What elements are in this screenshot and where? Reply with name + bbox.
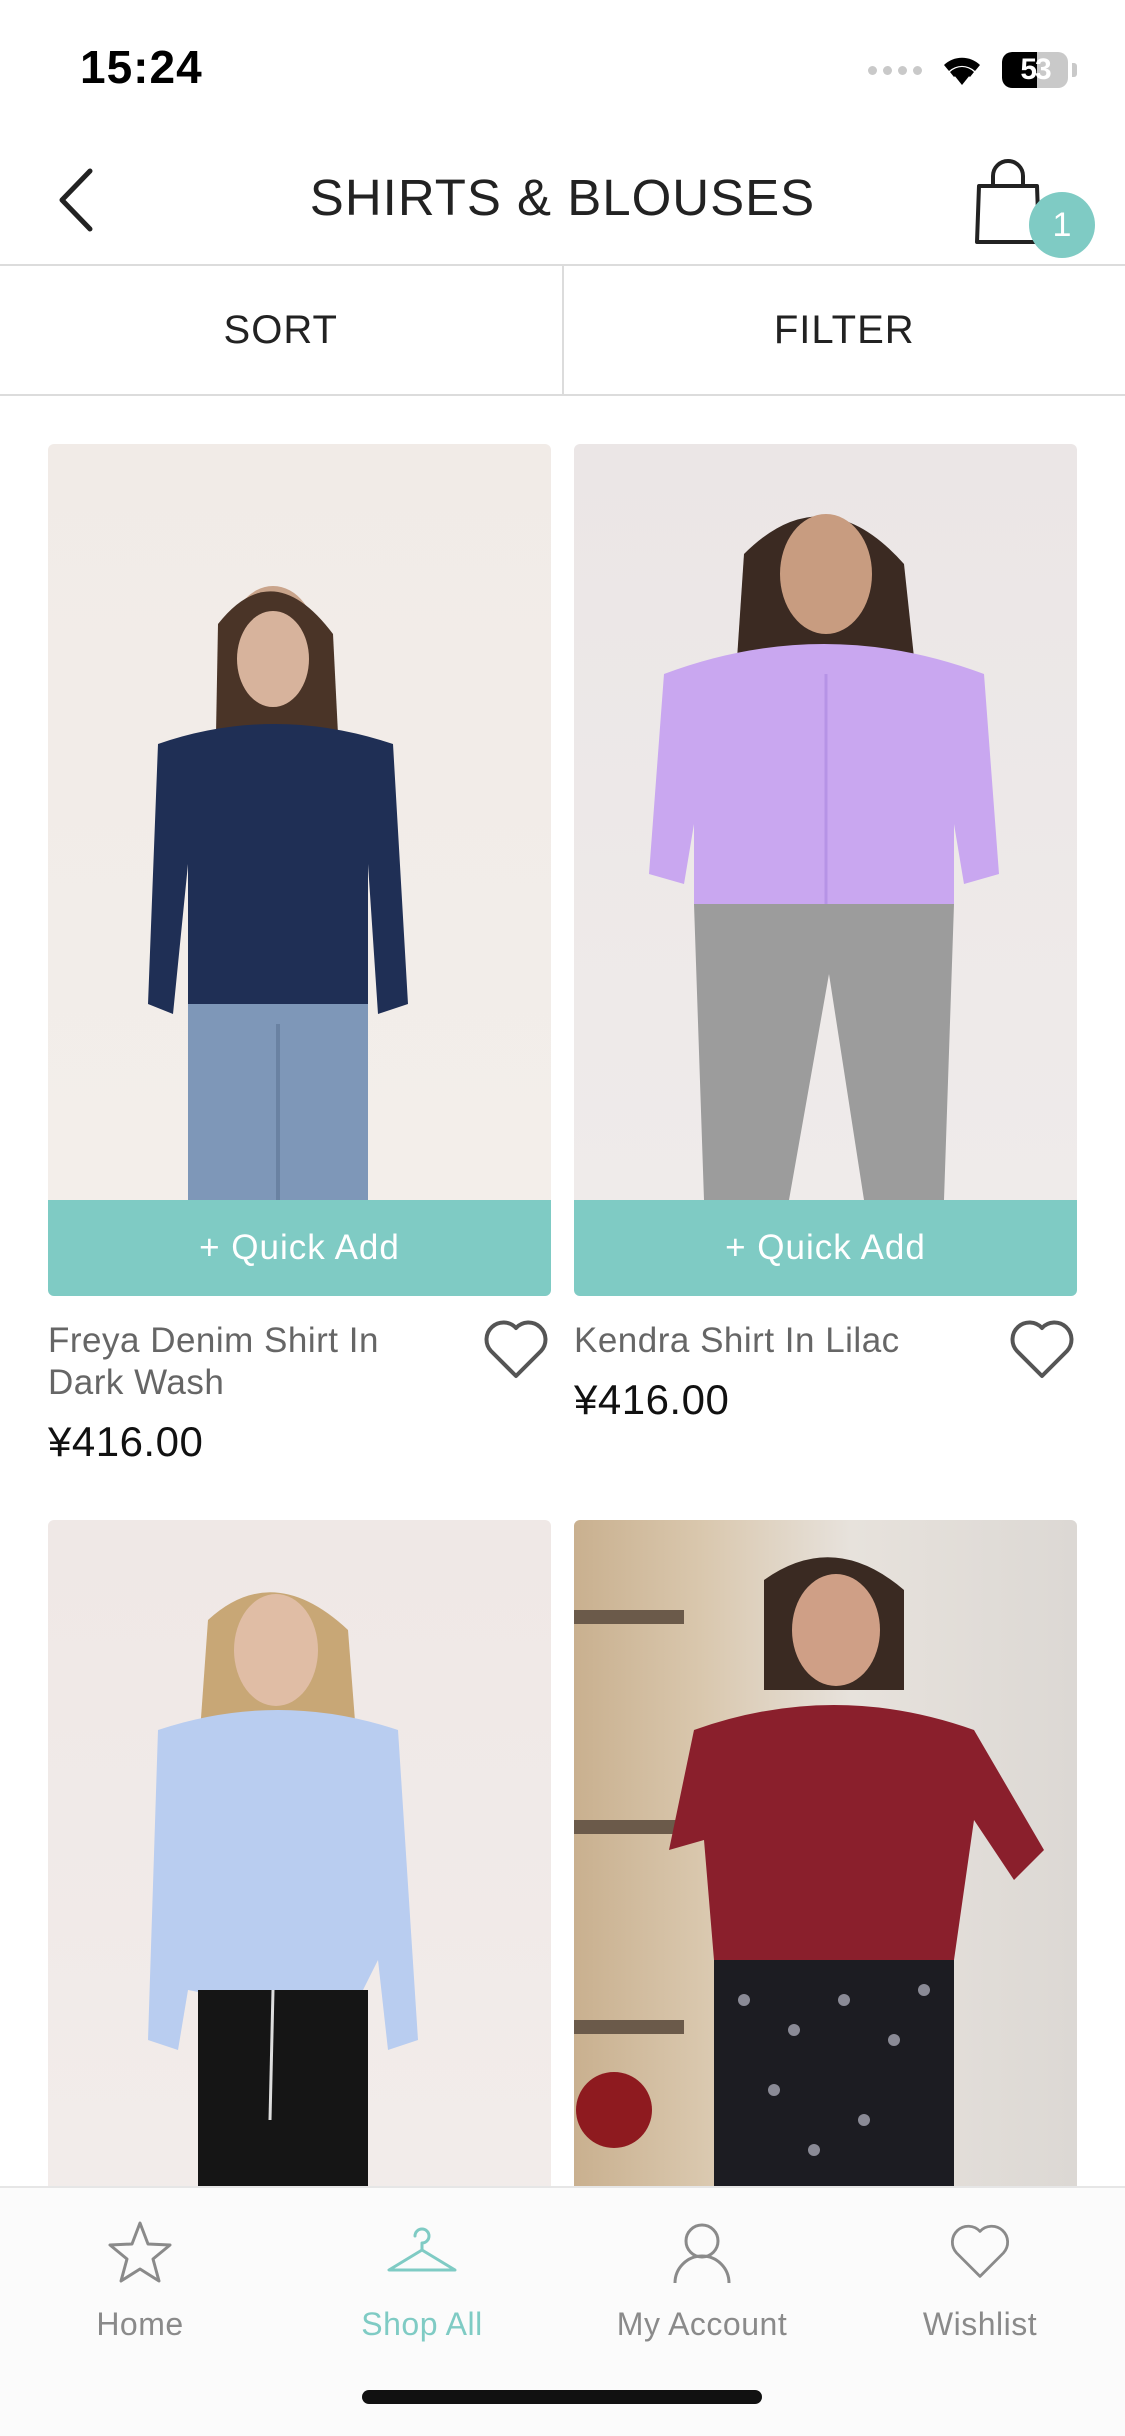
status-time: 15:24 <box>80 41 203 93</box>
nav-my-account[interactable]: My Account <box>582 2212 822 2343</box>
page-title: SHIRTS & BLOUSES <box>309 169 816 226</box>
sort-button[interactable]: SORT <box>0 266 564 394</box>
product-image[interactable] <box>48 444 551 1200</box>
status-bar: 15:24 53 <box>0 0 1125 140</box>
product-card[interactable] <box>48 1520 551 2186</box>
cart-count-badge: 1 <box>1029 192 1095 258</box>
product-image[interactable] <box>48 1520 551 2186</box>
sort-filter-bar: SORT FILTER <box>0 266 1125 396</box>
user-icon <box>673 2223 731 2284</box>
product-card[interactable]: + Quick Add Kendra Shirt In Lilac ¥416.0… <box>574 444 1077 1424</box>
heart-icon[interactable] <box>481 1318 551 1382</box>
heart-icon <box>950 2224 1010 2278</box>
wifi-icon <box>944 57 980 85</box>
heart-icon[interactable] <box>1007 1318 1077 1382</box>
product-image[interactable] <box>574 444 1077 1200</box>
status-icons: 53 <box>868 48 1077 92</box>
star-icon <box>108 2221 172 2283</box>
product-name[interactable]: Freya Denim Shirt In Dark Wash <box>48 1320 448 1404</box>
product-price: ¥416.00 <box>574 1376 730 1423</box>
header: SHIRTS & BLOUSES 1 <box>0 140 1125 266</box>
cellular-signal-icon <box>868 65 922 75</box>
product-card[interactable]: + Quick Add Freya Denim Shirt In Dark Wa… <box>48 444 551 1466</box>
product-name[interactable]: Kendra Shirt In Lilac <box>574 1320 974 1362</box>
home-indicator <box>362 2390 762 2404</box>
nav-home-label: Home <box>96 2306 184 2342</box>
nav-home[interactable]: Home <box>20 2212 260 2343</box>
product-price: ¥416.00 <box>48 1418 204 1465</box>
product-info: Freya Denim Shirt In Dark Wash ¥416.00 <box>48 1296 551 1466</box>
hanger-icon <box>387 2227 457 2272</box>
nav-wishlist-label: Wishlist <box>922 2306 1038 2342</box>
quick-add-button[interactable]: + Quick Add <box>48 1200 551 1296</box>
nav-wishlist[interactable]: Wishlist <box>860 2212 1100 2343</box>
nav-my-account-label: My Account <box>616 2306 788 2342</box>
product-card[interactable] <box>574 1520 1077 2186</box>
product-info: Kendra Shirt In Lilac ¥416.00 <box>574 1296 1077 1424</box>
nav-shop-all[interactable]: Shop All <box>302 2212 542 2343</box>
battery-icon: 53 <box>1002 52 1068 88</box>
filter-button[interactable]: FILTER <box>564 266 1125 394</box>
cart-button[interactable]: 1 <box>973 158 1095 258</box>
nav-shop-all-label: Shop All <box>361 2306 483 2342</box>
product-image[interactable] <box>574 1520 1077 2186</box>
quick-add-button[interactable]: + Quick Add <box>574 1200 1077 1296</box>
battery-percentage: 53 <box>1020 53 1051 86</box>
